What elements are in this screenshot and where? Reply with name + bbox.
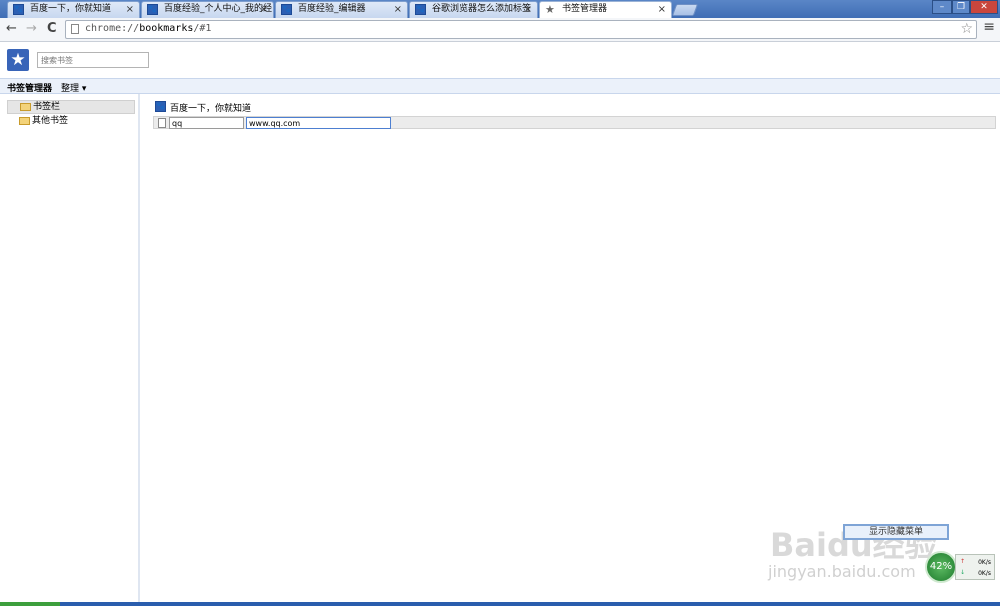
download-speed: 0K/s — [978, 570, 991, 577]
minimize-button[interactable]: – — [932, 0, 952, 14]
tab-close-icon[interactable]: × — [126, 2, 134, 17]
tree-item-other-bookmarks[interactable]: 其他书签 — [7, 115, 135, 129]
page-icon — [71, 24, 79, 34]
net-percent: 42% — [925, 551, 957, 583]
upload-arrow-icon: ↑ — [960, 558, 966, 565]
show-hidden-menu-button[interactable]: 显示隐藏菜单 — [843, 524, 949, 540]
bookmark-manager-bar: 书签管理器 整理 ▾ — [0, 78, 1000, 94]
tab-close-icon[interactable]: × — [524, 2, 532, 17]
tree-item-bookmarks-bar[interactable]: 书签栏 — [7, 100, 135, 114]
page-title: 书签管理器 — [7, 84, 53, 94]
tab-label: 书签管理器 — [562, 4, 608, 14]
bookmark-url-input[interactable] — [246, 117, 391, 129]
folder-icon — [20, 103, 31, 111]
baidu-paw-icon: 🐾 — [415, 4, 426, 15]
bookmark-name-input[interactable] — [169, 117, 244, 129]
tab-close-icon[interactable]: × — [394, 2, 402, 17]
browser-toolbar: ← → C chrome://bookmarks/#1 ☆ ≡ — [0, 18, 1000, 42]
tab-jingyan-editor[interactable]: 🐾 百度经验_编辑器 × — [275, 1, 408, 18]
baidu-paw-icon: 🐾 — [147, 4, 158, 15]
upload-speed: 0K/s — [978, 559, 991, 566]
address-bar[interactable]: chrome://bookmarks/#1 ☆ — [65, 20, 977, 39]
download-arrow-icon: ↓ — [960, 569, 966, 576]
baidu-paw-icon: 🐾 — [155, 101, 166, 112]
folder-icon — [19, 117, 30, 125]
baidu-paw-icon: 🐾 — [281, 4, 292, 15]
folder-tree: 书签栏 其他书签 — [0, 94, 140, 606]
baidu-paw-icon: 🐾 — [13, 4, 24, 15]
tab-label: 百度经验_个人中心_我的经 — [164, 4, 273, 14]
tab-label: 百度经验_编辑器 — [298, 4, 366, 14]
restore-button[interactable]: ❐ — [952, 0, 970, 14]
tab-label: 百度一下，你就知道 — [30, 4, 112, 14]
forward-arrow-icon[interactable]: → — [26, 21, 37, 36]
network-monitor-widget[interactable]: 42% ↑ 0K/s ↓ 0K/s — [925, 551, 997, 585]
tab-strip: 🐾 百度一下，你就知道 × 🐾 百度经验_个人中心_我的经 × 🐾 百度经验_编… — [0, 0, 1000, 19]
tab-bookmark-manager[interactable]: ★ 书签管理器 × — [539, 1, 672, 19]
bookmark-title: 百度一下，你就知道 — [170, 104, 252, 114]
tab-close-icon[interactable]: × — [260, 2, 268, 17]
tab-baidu-home[interactable]: 🐾 百度一下，你就知道 × — [7, 1, 140, 18]
close-window-button[interactable]: ✕ — [970, 0, 998, 14]
net-speed-box: ↑ 0K/s ↓ 0K/s — [955, 554, 995, 580]
tree-item-label: 其他书签 — [32, 116, 69, 126]
tab-jingyan-profile[interactable]: 🐾 百度经验_个人中心_我的经 × — [141, 1, 274, 18]
tree-item-label: 书签栏 — [33, 102, 61, 112]
new-tab-button[interactable] — [671, 4, 699, 16]
chrome-menu-icon[interactable]: ≡ — [983, 19, 995, 35]
tab-close-icon[interactable]: × — [658, 2, 666, 17]
bookmark-star-icon[interactable]: ☆ — [960, 21, 973, 37]
bookmark-manager-logo-icon: ★ — [7, 49, 29, 71]
url-text: chrome://bookmarks/#1 — [85, 23, 212, 34]
reload-icon[interactable]: C — [47, 21, 57, 36]
tab-chrome-bookmark-question[interactable]: 🐾 谷歌浏览器怎么添加标签 × — [409, 1, 538, 18]
organize-menu-button[interactable]: 整理 ▾ — [61, 81, 86, 94]
tab-label: 谷歌浏览器怎么添加标签 — [432, 4, 532, 14]
taskbar-edge — [0, 602, 1000, 606]
back-arrow-icon[interactable]: ← — [6, 21, 17, 36]
watermark-site: jingyan.baidu.com — [768, 562, 916, 581]
page-icon — [158, 118, 166, 128]
bookmark-manager-header: ★ — [0, 42, 1000, 78]
list-item-editing[interactable] — [153, 116, 996, 129]
star-icon: ★ — [545, 3, 555, 16]
search-bookmarks-input[interactable] — [37, 52, 149, 68]
